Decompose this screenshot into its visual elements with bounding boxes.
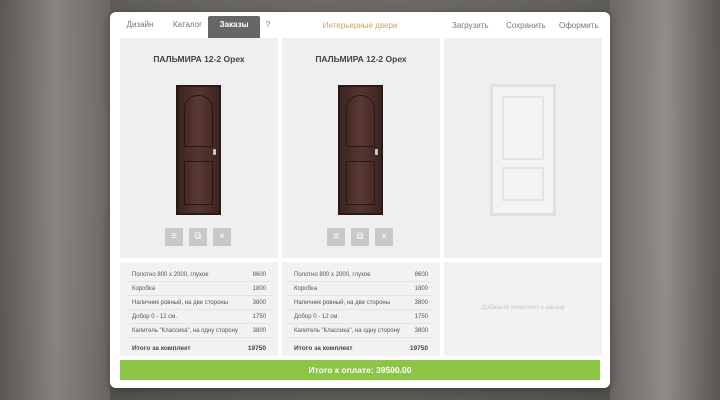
tab-design[interactable]: Дизайн	[120, 17, 160, 38]
close-icon[interactable]: ×	[375, 228, 393, 246]
tab-catalog[interactable]: Каталог	[165, 17, 210, 38]
copy-icon[interactable]: ⧉	[351, 228, 369, 246]
background-blur-right	[610, 0, 720, 400]
list-icon[interactable]: ≡	[327, 228, 345, 246]
door-card-1: ПАЛЬМИРА 12-2 Орех ≡ ⧉ ×	[120, 38, 278, 258]
spec-row: Капитель "Классика", на одну сторону 3800	[288, 324, 434, 338]
top-bar: Дизайн Каталог Заказы ? Интерьерные двер…	[110, 12, 610, 38]
door-title: ПАЛЬМИРА 12-2 Орех	[315, 54, 407, 64]
door-image	[338, 85, 383, 215]
door-placeholder-icon	[490, 84, 556, 216]
door-actions: ≡ ⧉ ×	[327, 228, 397, 246]
empty-door-slot[interactable]	[444, 38, 602, 258]
door-card-2: ПАЛЬМИРА 12-2 Орех ≡ ⧉ ×	[282, 38, 440, 258]
set-total: Итого за комплект 19750	[294, 345, 428, 352]
close-icon[interactable]: ×	[213, 228, 231, 246]
spec-list-1: Полотно 800 x 2000, глухое 8600 Коробка 18…	[120, 262, 278, 356]
list-icon[interactable]: ≡	[165, 228, 183, 246]
spec-row: Наличник ровный, на две стороны 3800	[126, 296, 272, 310]
empty-spec-slot[interactable]: Добавьте комплект к заказу	[444, 262, 602, 356]
pay-total-bar[interactable]: Итого к оплате: 39500.00	[120, 360, 600, 380]
spec-row: Коробка 1800	[126, 282, 272, 296]
checkout-button[interactable]: Оформить	[559, 21, 599, 30]
set-total: Итого за комплект 19750	[132, 345, 266, 352]
copy-icon[interactable]: ⧉	[189, 228, 207, 246]
spec-row: Добор 0 - 12 см. 1750	[288, 310, 434, 324]
tab-orders[interactable]: Заказы	[208, 16, 260, 38]
door-title: ПАЛЬМИРА 12-2 Орех	[153, 54, 245, 64]
spec-row: Наличник ровный, на две стороны 3800	[288, 296, 434, 310]
spec-row: Добор 0 - 12 см. 1750	[126, 310, 272, 324]
spec-row: Полотно 800 x 2000, глухое 8600	[126, 268, 272, 282]
spec-list-2: Полотно 800 x 2000, глухое 8600 Коробка 18…	[282, 262, 440, 356]
tab-help[interactable]: ?	[262, 17, 274, 38]
spec-row: Капитель "Классика", на одну сторону 3800	[126, 324, 272, 338]
save-button[interactable]: Сохранить	[506, 21, 546, 30]
add-set-hint: Добавьте комплект к заказу	[481, 304, 565, 311]
door-image	[176, 85, 221, 215]
load-button[interactable]: Загрузить	[452, 21, 489, 30]
order-window: Дизайн Каталог Заказы ? Интерьерные двер…	[110, 12, 610, 388]
door-actions: ≡ ⧉ ×	[165, 228, 235, 246]
background-blur-left	[0, 0, 110, 400]
spec-row: Коробка 1800	[288, 282, 434, 296]
spec-row: Полотно 800 x 2000, глухое 8600	[288, 268, 434, 282]
section-title: Интерьерные двери	[322, 21, 398, 30]
